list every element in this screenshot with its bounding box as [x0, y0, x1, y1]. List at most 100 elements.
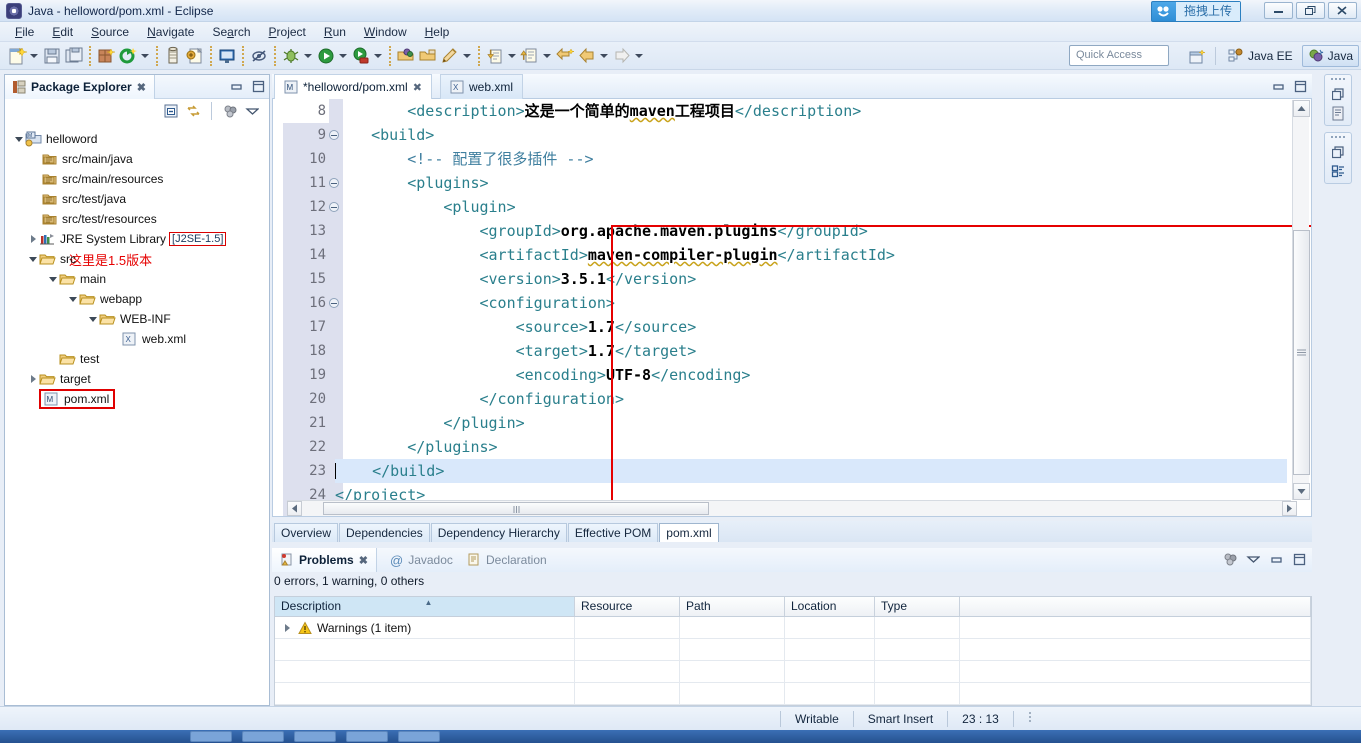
- minimize-view-icon[interactable]: [1269, 552, 1283, 566]
- view-menu-filter-icon[interactable]: [223, 104, 237, 118]
- menu-run[interactable]: Run: [315, 23, 355, 41]
- chevron-down-icon[interactable]: [13, 133, 25, 145]
- chevron-down-icon[interactable]: [67, 293, 79, 305]
- view-menu-icon[interactable]: [245, 104, 259, 118]
- tree-item-src-test-java[interactable]: src/test/java: [9, 189, 269, 209]
- previous-annotation-icon[interactable]: [520, 46, 540, 66]
- minimize-button[interactable]: [1264, 2, 1293, 19]
- link-icon[interactable]: [185, 46, 205, 66]
- tree-item-jre-system-library[interactable]: JRE System Library [J2SE-1.5]: [9, 229, 269, 249]
- code-line[interactable]: <!-- 配置了很多插件 -->: [335, 147, 1287, 171]
- new-wizard-icon[interactable]: [7, 46, 27, 66]
- code-line[interactable]: </build>: [335, 459, 1287, 483]
- code-line[interactable]: </configuration>: [335, 387, 1287, 411]
- code-line[interactable]: <encoding>UTF-8</encoding>: [335, 363, 1287, 387]
- editor-tab-pom-xml[interactable]: M *helloword/pom.xml ✖: [274, 74, 432, 99]
- new-wizard-dropdown[interactable]: [28, 46, 39, 66]
- code-line[interactable]: <groupId>org.apache.maven.plugins</group…: [335, 219, 1287, 243]
- tree-item-webapp[interactable]: webapp: [9, 289, 269, 309]
- scroll-right-icon[interactable]: [1282, 501, 1297, 516]
- open-task-icon[interactable]: [418, 46, 438, 66]
- column-header-location[interactable]: Location: [785, 597, 875, 616]
- table-row[interactable]: Warnings (1 item): [275, 617, 1311, 639]
- chevron-right-icon[interactable]: [27, 373, 39, 385]
- code-line[interactable]: <target>1.7</target>: [335, 339, 1287, 363]
- debug-dropdown[interactable]: [302, 46, 313, 66]
- column-header-description[interactable]: Description ▲: [275, 597, 575, 616]
- tree-item-src-main-resources[interactable]: src/main/resources: [9, 169, 269, 189]
- code-text[interactable]: <description>这是一个简单的maven工程项目</descripti…: [335, 99, 1287, 516]
- code-line[interactable]: </plugins>: [335, 435, 1287, 459]
- view-menu-filter-icon[interactable]: [1223, 552, 1237, 566]
- code-line[interactable]: <build>: [335, 123, 1287, 147]
- skip-breakpoints-icon[interactable]: [249, 46, 269, 66]
- table-row[interactable]: [275, 661, 1311, 683]
- pencil-icon[interactable]: [440, 46, 460, 66]
- editor-vertical-scrollbar[interactable]: [1292, 100, 1310, 500]
- pom-page-tab-dependencies[interactable]: Dependencies: [339, 523, 430, 542]
- scroll-down-icon[interactable]: [1293, 483, 1310, 500]
- scroll-left-icon[interactable]: [287, 501, 302, 516]
- taskbar-item[interactable]: [242, 731, 284, 742]
- editor-tab-web-xml[interactable]: X web.xml: [440, 74, 524, 99]
- chevron-down-icon[interactable]: [27, 253, 39, 265]
- taskbar-item[interactable]: [190, 731, 232, 742]
- code-line[interactable]: </plugin>: [335, 411, 1287, 435]
- close-button[interactable]: [1328, 2, 1357, 19]
- run-icon[interactable]: [316, 46, 336, 66]
- chevron-right-icon[interactable]: [281, 622, 293, 634]
- last-edit-icon[interactable]: [555, 46, 575, 66]
- console-icon[interactable]: [217, 46, 237, 66]
- tree-item-helloword[interactable]: M helloword: [9, 129, 269, 149]
- tab-javadoc[interactable]: @ Javadoc: [382, 548, 461, 572]
- maximize-view-icon[interactable]: [251, 79, 265, 93]
- column-header-type[interactable]: Type: [875, 597, 960, 616]
- code-line[interactable]: <source>1.7</source>: [335, 315, 1287, 339]
- menu-navigate[interactable]: Navigate: [138, 23, 203, 41]
- drag-handle[interactable]: [1331, 136, 1345, 140]
- menu-project[interactable]: Project: [260, 23, 315, 41]
- minimize-view-icon[interactable]: [1271, 79, 1285, 93]
- perspective-java-ee[interactable]: Java EE: [1222, 45, 1299, 67]
- pom-page-tab-pom-xml[interactable]: pom.xml: [659, 523, 719, 542]
- tree-item-test[interactable]: test: [9, 349, 269, 369]
- code-line[interactable]: <configuration>: [335, 291, 1287, 315]
- next-annotation-icon[interactable]: [485, 46, 505, 66]
- close-icon[interactable]: ✖: [359, 554, 368, 567]
- menu-window[interactable]: Window: [355, 23, 416, 41]
- taskbar-item[interactable]: [346, 731, 388, 742]
- taskbar-item[interactable]: [294, 731, 336, 742]
- tree-item-web-xml[interactable]: X web.xml: [9, 329, 269, 349]
- scrollbar-thumb[interactable]: [1293, 230, 1310, 475]
- pom-page-tab-effective-pom[interactable]: Effective POM: [567, 523, 659, 542]
- code-line[interactable]: <version>3.5.1</version>: [335, 267, 1287, 291]
- outline-view-icon[interactable]: [1331, 106, 1345, 120]
- forward-dropdown[interactable]: [633, 46, 644, 66]
- next-annotation-dropdown[interactable]: [506, 46, 517, 66]
- maximize-view-icon[interactable]: [1292, 552, 1306, 566]
- code-editor[interactable]: 8 9 10 11 12 13 14 15 16 17 18 19 20 21 22 23 24 <descri…: [272, 99, 1312, 517]
- code-line[interactable]: <description>这是一个简单的maven工程项目</descripti…: [335, 99, 1287, 123]
- restore-view-icon[interactable]: [1331, 145, 1345, 159]
- view-menu-icon[interactable]: [1246, 552, 1260, 566]
- editor-horizontal-scrollbar[interactable]: [287, 500, 1297, 516]
- menu-source[interactable]: Source: [82, 23, 138, 41]
- column-header-resource[interactable]: Resource: [575, 597, 680, 616]
- collapse-all-icon[interactable]: [164, 104, 178, 118]
- drag-handle[interactable]: [1331, 78, 1345, 82]
- column-header-path[interactable]: Path: [680, 597, 785, 616]
- scrollbar-thumb[interactable]: [323, 502, 709, 515]
- menu-file[interactable]: File: [6, 23, 43, 41]
- table-row[interactable]: [275, 639, 1311, 661]
- minimize-view-icon[interactable]: [229, 79, 243, 93]
- previous-annotation-dropdown[interactable]: [541, 46, 552, 66]
- restore-button[interactable]: [1296, 2, 1325, 19]
- code-line[interactable]: <plugins>: [335, 171, 1287, 195]
- code-line[interactable]: <plugin>: [335, 195, 1287, 219]
- back-dropdown[interactable]: [598, 46, 609, 66]
- back-icon[interactable]: [577, 46, 597, 66]
- tab-declaration[interactable]: Declaration: [459, 548, 555, 572]
- restore-view-icon[interactable]: [1331, 87, 1345, 101]
- status-resize-grip[interactable]: [1012, 710, 1046, 727]
- menu-search[interactable]: Search: [203, 23, 259, 41]
